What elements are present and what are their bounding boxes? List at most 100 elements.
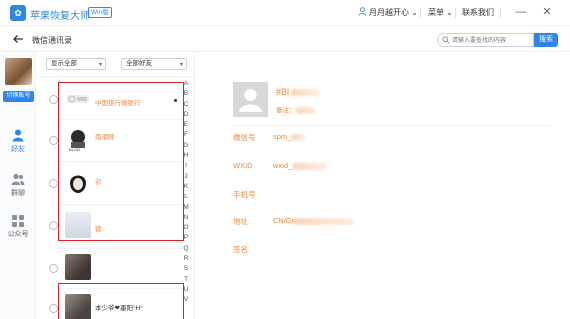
- remark-row: 备注：: [276, 104, 316, 114]
- alphabet-letter[interactable]: S: [181, 264, 191, 274]
- field-value-text: CN/Gr: [273, 216, 295, 225]
- field-value-address: CN/Gr: [273, 216, 355, 225]
- redacted-text: [291, 133, 306, 141]
- search-icon: [442, 36, 450, 44]
- alphabet-letter[interactable]: M: [181, 203, 191, 213]
- field-label-signature: 签名: [233, 245, 248, 254]
- contact-us-link[interactable]: 联系我们: [462, 7, 494, 18]
- alphabet-letter[interactable]: C: [181, 100, 191, 110]
- contact-detail-panel: #Bl 备注： 微信号 spm_ WXID wxid_ 手机号 地址 CN/Gr…: [196, 53, 570, 319]
- select-radio[interactable]: [49, 136, 58, 145]
- alphabet-letter[interactable]: J: [181, 172, 191, 182]
- select-radio[interactable]: [49, 179, 58, 188]
- divider: [455, 8, 456, 18]
- minimize-button[interactable]: —: [514, 5, 528, 19]
- field-label-wxid: WXID: [233, 161, 253, 170]
- alphabet-letter[interactable]: N: [181, 213, 191, 223]
- field-value-text: spm_: [273, 132, 292, 141]
- alphabet-letter[interactable]: L: [181, 192, 191, 202]
- select-radio[interactable]: [49, 95, 58, 104]
- left-nav: 切换账号 好友 群聊 公众号: [0, 53, 36, 319]
- divider: [500, 8, 501, 18]
- alphabet-letter[interactable]: A: [181, 79, 191, 89]
- sub-header: 微信通讯录 搜索: [0, 27, 570, 52]
- search-button[interactable]: 搜索: [534, 33, 558, 47]
- redacted-text: [294, 217, 355, 225]
- divider: [233, 125, 551, 126]
- nav-label: 群聊: [11, 190, 25, 197]
- menu-label: 菜单: [428, 8, 444, 17]
- user-icon: [358, 7, 367, 16]
- nav-item-friends[interactable]: 好友: [0, 129, 36, 154]
- menu-button[interactable]: 菜单 ⌄: [428, 7, 453, 18]
- alphabet-letter[interactable]: F: [181, 130, 191, 140]
- alphabet-letter[interactable]: T: [181, 275, 191, 285]
- contact-display-name: #Bl: [276, 87, 320, 97]
- contact-name-text: #Bl: [276, 87, 290, 97]
- divider: [420, 8, 421, 18]
- alphabet-letter[interactable]: D: [181, 110, 191, 120]
- user-menu[interactable]: 月月越开心 ⌄: [358, 7, 418, 18]
- alphabet-letter[interactable]: R: [181, 254, 191, 264]
- redacted-text: [292, 162, 327, 170]
- field-value-wechat-id: spm_: [273, 132, 306, 141]
- field-label-address: 地址: [233, 217, 248, 226]
- username: 月月越开心: [369, 8, 409, 17]
- grid-icon: [12, 215, 24, 227]
- alphabet-letter[interactable]: E: [181, 120, 191, 130]
- search-box[interactable]: [437, 33, 534, 47]
- alphabet-letter[interactable]: V: [181, 295, 191, 305]
- highlight-box: [58, 82, 184, 241]
- redacted-text: [291, 89, 320, 97]
- close-button[interactable]: ✕: [540, 5, 554, 19]
- select-radio[interactable]: [49, 221, 58, 230]
- remark-label: 备注：: [276, 107, 296, 114]
- back-arrow-icon[interactable]: [12, 33, 24, 45]
- highlight-box: [58, 283, 184, 319]
- alphabet-letter[interactable]: G: [181, 141, 191, 151]
- chevron-down-icon: ▾: [98, 62, 102, 68]
- friend-filter-select[interactable]: 全部好友 ▾: [121, 58, 187, 70]
- edition-badge: Win版: [88, 7, 112, 18]
- group-icon: [11, 173, 25, 185]
- friend-filter-value: 全部好友: [126, 60, 152, 67]
- field-label-wechat-id: 微信号: [233, 133, 256, 142]
- photo-thumbnail: [65, 254, 91, 280]
- alphabet-letter[interactable]: Q: [181, 244, 191, 254]
- search-input[interactable]: [452, 35, 532, 46]
- title-bar: ✿ 苹果恢复大师 Win版 月月越开心 ⌄ 菜单 ⌄ 联系我们 — ✕: [0, 0, 570, 26]
- alphabet-letter[interactable]: U: [181, 285, 191, 295]
- chevron-down-icon: ⌄: [444, 8, 453, 17]
- contact-list-panel: 显示全部 ▾ 全部好友 ▾ 中国银行微银行 BLOG 南潮网 卯 蓉 本少爷❤墨…: [37, 53, 195, 319]
- field-label-phone: 手机号: [233, 190, 256, 199]
- redacted-text: [295, 106, 316, 114]
- chevron-down-icon: ⌄: [409, 8, 418, 17]
- app-logo-icon: ✿: [10, 5, 26, 21]
- chevron-down-icon: ▾: [179, 62, 183, 68]
- nav-label: 公众号: [7, 231, 29, 238]
- default-avatar-icon: [233, 82, 268, 117]
- alphabet-letter[interactable]: I: [181, 161, 191, 171]
- alphabet-letter[interactable]: B: [181, 89, 191, 99]
- nav-label: 好友: [11, 146, 25, 153]
- dot-indicator: [174, 99, 177, 102]
- app-name: 苹果恢复大师: [30, 11, 90, 22]
- alphabet-index: ABCDEFGHIJKLMNOPQRSTUV: [181, 79, 191, 306]
- select-radio[interactable]: [49, 304, 58, 313]
- nav-item-official-accounts[interactable]: 公众号: [0, 215, 36, 239]
- display-filter-select[interactable]: 显示全部 ▾: [46, 58, 106, 70]
- divider: [37, 76, 195, 77]
- alphabet-letter[interactable]: O: [181, 223, 191, 233]
- nav-item-groups[interactable]: 群聊: [0, 173, 36, 198]
- alphabet-letter[interactable]: K: [181, 182, 191, 192]
- select-radio[interactable]: [49, 264, 58, 273]
- switch-account-button[interactable]: 切换账号: [3, 91, 34, 102]
- divider: [57, 248, 185, 249]
- person-icon: [12, 129, 24, 142]
- alphabet-letter[interactable]: P: [181, 233, 191, 243]
- alphabet-letter[interactable]: H: [181, 151, 191, 161]
- field-value-wxid: wxid_: [273, 161, 327, 170]
- avatar: [5, 58, 32, 85]
- page-title: 微信通讯录: [32, 36, 72, 45]
- display-filter-value: 显示全部: [51, 60, 77, 67]
